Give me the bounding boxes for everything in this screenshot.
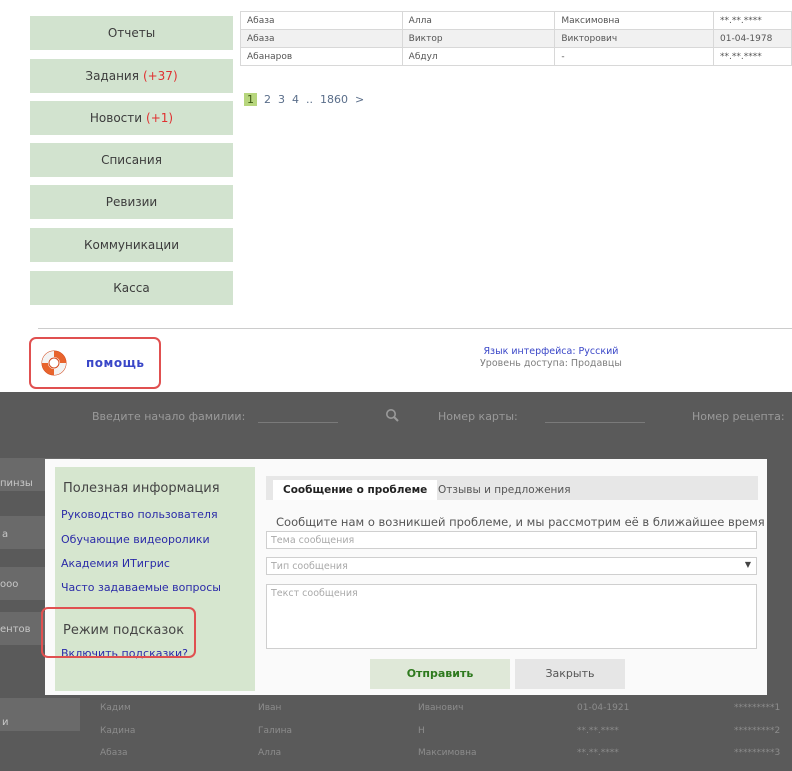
- background-cell: Алла: [258, 748, 282, 758]
- table-cell: Абаза: [240, 29, 403, 48]
- table-cell: **.**.****: [713, 11, 792, 30]
- table-cell: Абдул: [401, 47, 556, 66]
- background-cell: Н: [418, 726, 425, 736]
- background-fragment: ентов: [0, 624, 31, 635]
- form-description: Сообщите нам о возникшей проблеме, и мы …: [276, 515, 765, 529]
- pagination: 1 2 3 4 .. 1860 >: [244, 93, 364, 106]
- table-cell: **.**.****: [713, 47, 792, 66]
- background-cell: Галина: [258, 726, 293, 736]
- background-cell: Иван: [258, 703, 282, 713]
- nav-badge: (+37): [142, 69, 178, 83]
- page-link[interactable]: 2: [264, 93, 271, 106]
- nav-label: Отчеты: [107, 26, 156, 40]
- nav-cashbox[interactable]: Касса: [30, 271, 233, 305]
- nav-label: Задания: [85, 69, 139, 83]
- link-video-tutorials[interactable]: Обучающие видеоролики: [61, 533, 210, 546]
- table-cell: -: [554, 47, 715, 66]
- table-cell: Максимовна: [554, 11, 715, 30]
- subject-input[interactable]: Тема сообщения: [266, 531, 757, 549]
- nav-label: Списания: [101, 153, 162, 167]
- page-link[interactable]: 4: [292, 93, 299, 106]
- nav-communications[interactable]: Коммуникации: [30, 228, 233, 262]
- nav-tasks[interactable]: Задания (+37): [30, 59, 233, 93]
- background-cell: *********2: [734, 726, 781, 736]
- results-table: Абаза Алла Максимовна **.**.**** Абаза В…: [240, 11, 792, 66]
- background-cell: *********3: [734, 748, 781, 758]
- nav-label: Касса: [113, 281, 150, 295]
- card-number-label: Номер карты:: [438, 410, 518, 423]
- message-type-select[interactable]: Тип сообщения ▼: [266, 557, 757, 575]
- background-cell: **.**.****: [577, 748, 619, 758]
- background-cell: *********1: [734, 703, 781, 713]
- language-link[interactable]: Язык интерфейса: Русский: [480, 346, 622, 358]
- help-label: помощь: [86, 356, 145, 370]
- type-placeholder: Тип сообщения: [271, 561, 348, 572]
- interface-info: Язык интерфейса: Русский Уровень доступа…: [480, 346, 622, 370]
- nav-badge: (+1): [146, 111, 174, 125]
- feedback-modal: Полезная информация Руководство пользова…: [41, 459, 767, 695]
- hints-highlight: [41, 607, 196, 658]
- table-cell: 01-04-1978: [713, 29, 792, 48]
- tab-problem-report[interactable]: Сообщение о проблеме: [273, 480, 438, 500]
- nav-label: Коммуникации: [83, 238, 180, 252]
- table-cell: Алла: [401, 11, 556, 30]
- background-fragment: ооо: [0, 579, 19, 590]
- link-academy[interactable]: Академия ИТигрис: [61, 557, 170, 570]
- background-cell: Иванович: [418, 703, 464, 713]
- divider: [38, 328, 792, 329]
- text-placeholder: Текст сообщения: [271, 588, 358, 599]
- table-row[interactable]: Абаза Виктор Викторович 01-04-1978: [240, 29, 792, 48]
- lifebuoy-icon: [41, 350, 67, 376]
- background-fragment: пинзы: [0, 478, 33, 489]
- background-cell: 01-04-1921: [577, 703, 630, 713]
- background-cell: Кадина: [100, 726, 136, 736]
- access-level: Уровень доступа: Продавцы: [480, 358, 622, 369]
- background-sidebar-item: [0, 698, 80, 731]
- table-cell: Викторович: [554, 29, 715, 48]
- help-button[interactable]: помощь: [29, 337, 161, 389]
- background-cell: Кадим: [100, 703, 131, 713]
- close-button[interactable]: Закрыть: [515, 659, 625, 689]
- background-fragment: а: [2, 529, 9, 540]
- page-current[interactable]: 1: [244, 93, 257, 106]
- subject-placeholder: Тема сообщения: [271, 535, 355, 546]
- link-faq[interactable]: Часто задаваемые вопросы: [61, 581, 221, 594]
- nav-reports[interactable]: Отчеты: [30, 16, 233, 50]
- nav-writeoffs[interactable]: Списания: [30, 143, 233, 177]
- nav-label: Ревизии: [105, 195, 158, 209]
- page-next[interactable]: >: [355, 93, 364, 106]
- recipe-number-label: Номер рецепта:: [692, 410, 785, 423]
- page-link-last[interactable]: 1860: [320, 93, 348, 106]
- background-cell: Максимовна: [418, 748, 477, 758]
- table-cell: Виктор: [401, 29, 556, 48]
- background-fragment: и: [2, 717, 9, 728]
- nav-label: Новости: [89, 111, 143, 125]
- page-link[interactable]: 3: [278, 93, 285, 106]
- send-button[interactable]: Отправить: [370, 659, 510, 689]
- table-cell: Абанаров: [240, 47, 403, 66]
- info-title: Полезная информация: [63, 481, 220, 496]
- search-icon[interactable]: [385, 408, 399, 422]
- nav-news[interactable]: Новости (+1): [30, 101, 233, 135]
- table-cell: Абаза: [240, 11, 403, 30]
- surname-input[interactable]: [258, 422, 338, 423]
- table-row[interactable]: Абанаров Абдул - **.**.****: [240, 47, 792, 66]
- message-textarea[interactable]: Текст сообщения: [266, 584, 757, 649]
- tab-feedback[interactable]: Отзывы и предложения: [428, 480, 581, 500]
- table-row[interactable]: Абаза Алла Максимовна **.**.****: [240, 11, 792, 30]
- nav-audits[interactable]: Ревизии: [30, 185, 233, 219]
- link-user-guide[interactable]: Руководство пользователя: [61, 508, 218, 521]
- page-ellipsis: ..: [306, 93, 313, 106]
- surname-prompt: Введите начало фамилии:: [92, 410, 246, 423]
- card-number-input[interactable]: [545, 422, 645, 423]
- background-cell: Абаза: [100, 748, 128, 758]
- background-cell: **.**.****: [577, 726, 619, 736]
- tabs-bar: Сообщение о проблеме Отзывы и предложени…: [266, 476, 758, 500]
- dropdown-arrow-icon: ▼: [744, 560, 751, 569]
